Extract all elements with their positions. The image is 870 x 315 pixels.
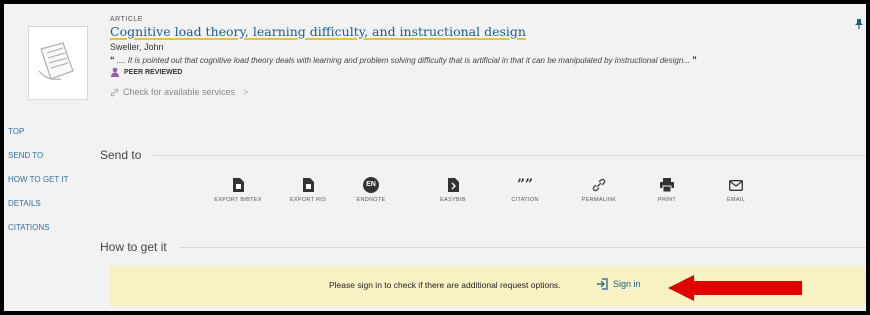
divider: [153, 154, 866, 156]
how-to-get-it-heading: How to get it: [100, 240, 866, 254]
email-button[interactable]: EMAIL: [701, 176, 771, 203]
quote-icon: ””: [516, 177, 534, 193]
sign-in-notice: Please sign in to check if there are add…: [110, 266, 866, 306]
export-bibtex-label: EXPORT BIBTEX: [214, 197, 262, 203]
email-label: EMAIL: [726, 197, 745, 203]
sign-in-label: Sign in: [613, 279, 641, 289]
record-panel: ARTICLE Cognitive load theory, learning …: [4, 4, 866, 311]
sign-in-icon: [597, 278, 608, 290]
check-services-label: Check for available services: [123, 87, 236, 97]
permalink-button[interactable]: PERMALINK: [564, 176, 634, 203]
citation-button[interactable]: ”” CITATION: [490, 176, 560, 203]
nav-item-citations[interactable]: CITATIONS: [8, 218, 68, 242]
check-services-link[interactable]: Check for available services >: [110, 87, 840, 97]
nav-item-top[interactable]: TOP: [8, 122, 68, 146]
send-to-actions: EXPORT BIBTEX EXPORT RIS EN ENDNOTE EASY…: [4, 176, 866, 216]
pin-icon[interactable]: [854, 18, 864, 30]
send-to-heading: Send to: [100, 148, 866, 162]
record-snippet: “ .... It is pointed out that cognitive …: [110, 55, 840, 65]
record-info: ARTICLE Cognitive load theory, learning …: [110, 16, 840, 97]
citation-label: CITATION: [511, 197, 539, 203]
export-ris-button[interactable]: EXPORT RIS: [273, 176, 343, 203]
endnote-icon: EN: [363, 177, 379, 193]
file-icon: [302, 178, 314, 192]
snippet-text: .... It is pointed out that cognitive lo…: [116, 56, 690, 65]
print-button[interactable]: PRINT: [632, 176, 702, 203]
article-thumbnail-icon: [28, 26, 88, 100]
endnote-label: ENDNOTE: [356, 197, 386, 203]
easybib-label: EASYBIB: [440, 197, 466, 203]
peer-reviewed-icon: [111, 67, 119, 77]
send-to-title: Send to: [100, 148, 142, 162]
easybib-icon: [447, 178, 459, 192]
permalink-label: PERMALINK: [581, 197, 617, 203]
divider: [178, 246, 866, 248]
peer-reviewed-badge: PEER REVIEWED: [110, 67, 840, 77]
close-quote-icon: ”: [692, 55, 697, 65]
red-arrow-icon: [668, 275, 802, 301]
chevron-right-icon: >: [243, 87, 249, 97]
peer-reviewed-label: PEER REVIEWED: [124, 68, 183, 76]
nav-item-send-to[interactable]: SEND TO: [8, 146, 68, 170]
easybib-button[interactable]: EASYBIB: [418, 176, 488, 203]
sign-in-message: Please sign in to check if there are add…: [329, 280, 561, 290]
file-icon: [232, 178, 244, 192]
link-icon: [110, 88, 119, 96]
printer-icon: [660, 178, 674, 192]
link-icon: [592, 178, 606, 192]
export-bibtex-button[interactable]: EXPORT BIBTEX: [203, 176, 273, 203]
record-type: ARTICLE: [110, 16, 143, 23]
export-ris-label: EXPORT RIS: [289, 197, 327, 203]
open-quote-icon: “: [110, 55, 115, 65]
mail-icon: [729, 179, 743, 191]
record-author: Sweller, John: [110, 42, 164, 52]
print-label: PRINT: [658, 197, 676, 203]
how-to-get-it-title: How to get it: [100, 240, 167, 254]
sign-in-button[interactable]: Sign in: [596, 278, 641, 290]
record-title-link[interactable]: Cognitive load theory, learning difficul…: [110, 24, 526, 39]
endnote-button[interactable]: EN ENDNOTE: [336, 176, 406, 203]
